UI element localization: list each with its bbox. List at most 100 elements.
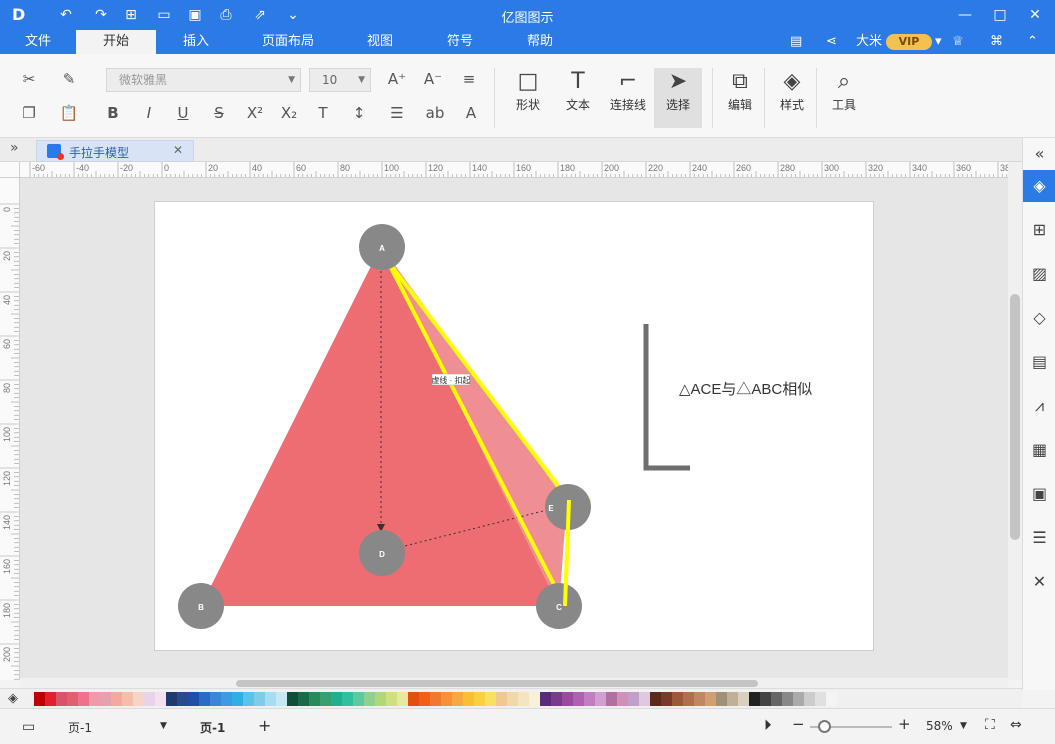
- menu-file[interactable]: 文件: [14, 30, 62, 54]
- italic-icon[interactable]: I: [138, 102, 160, 124]
- color-swatch[interactable]: [89, 692, 100, 706]
- zoom-slider-knob[interactable]: [818, 720, 831, 733]
- text-style-icon[interactable]: T: [312, 102, 334, 124]
- color-swatch[interactable]: [353, 692, 364, 706]
- org-panel-icon[interactable]: ▣: [1023, 478, 1055, 510]
- page-panel-toggle-icon[interactable]: ▭: [22, 719, 35, 735]
- align-icon[interactable]: ≡: [458, 68, 480, 90]
- text-button[interactable]: T 文本: [554, 68, 602, 128]
- color-swatch[interactable]: [441, 692, 452, 706]
- color-swatch[interactable]: [573, 692, 584, 706]
- vip-badge[interactable]: VIP: [886, 34, 932, 50]
- color-swatch[interactable]: [540, 692, 551, 706]
- color-swatch[interactable]: [760, 692, 771, 706]
- bold-icon[interactable]: B: [102, 102, 124, 124]
- node-a[interactable]: A: [359, 224, 405, 270]
- color-swatch[interactable]: [287, 692, 298, 706]
- color-swatch[interactable]: [694, 692, 705, 706]
- fill-bucket-icon[interactable]: ◈: [8, 691, 18, 706]
- color-swatch[interactable]: [243, 692, 254, 706]
- color-swatch[interactable]: [804, 692, 815, 706]
- expand-panel-icon[interactable]: »: [10, 140, 19, 156]
- color-swatch[interactable]: [474, 692, 485, 706]
- color-swatch[interactable]: [298, 692, 309, 706]
- color-swatch[interactable]: [100, 692, 111, 706]
- select-button[interactable]: ➤ 选择: [654, 68, 702, 128]
- subscript-icon[interactable]: X₂: [278, 102, 300, 124]
- font-size-select[interactable]: 10 ▼: [309, 68, 371, 92]
- color-swatch[interactable]: [364, 692, 375, 706]
- copy-icon[interactable]: ❐: [18, 102, 40, 124]
- cut-icon[interactable]: ✂: [18, 68, 40, 90]
- color-swatch[interactable]: [265, 692, 276, 706]
- maximize-icon[interactable]: □: [985, 3, 1015, 27]
- fit-page-icon[interactable]: ⛶: [985, 717, 995, 733]
- increase-font-icon[interactable]: A⁺: [386, 68, 408, 90]
- color-swatch[interactable]: [529, 692, 540, 706]
- menu-help[interactable]: 帮助: [516, 30, 564, 54]
- color-swatch[interactable]: [342, 692, 353, 706]
- color-swatch[interactable]: [518, 692, 529, 706]
- style-button[interactable]: ◈ 样式: [768, 68, 816, 128]
- image-panel-icon[interactable]: ▨: [1023, 258, 1055, 290]
- color-swatch[interactable]: [815, 692, 826, 706]
- color-swatch[interactable]: [639, 692, 650, 706]
- color-swatch[interactable]: [562, 692, 573, 706]
- horizontal-scrollbar[interactable]: [20, 678, 1008, 688]
- color-swatch[interactable]: [496, 692, 507, 706]
- play-icon[interactable]: ⏵: [764, 716, 772, 734]
- add-page-button[interactable]: +: [258, 716, 271, 735]
- color-swatch[interactable]: [111, 692, 122, 706]
- color-swatch[interactable]: [749, 692, 760, 706]
- color-swatch[interactable]: [188, 692, 199, 706]
- color-swatch[interactable]: [419, 692, 430, 706]
- color-swatch[interactable]: [551, 692, 562, 706]
- color-swatch[interactable]: [485, 692, 496, 706]
- color-swatch[interactable]: [45, 692, 56, 706]
- text-effect-icon[interactable]: ab: [424, 102, 446, 124]
- edit-button[interactable]: ⧉ 编辑: [716, 68, 764, 128]
- chevron-down-icon[interactable]: ▼: [160, 721, 167, 731]
- tools-button[interactable]: ⌕ 工具: [820, 68, 868, 128]
- zoom-dropdown-icon[interactable]: ▼: [960, 721, 967, 731]
- connector-button[interactable]: ⌐ 连接线: [604, 68, 652, 128]
- menu-page-layout[interactable]: 页面布局: [252, 30, 324, 54]
- color-swatch[interactable]: [210, 692, 221, 706]
- user-name[interactable]: 大米: [856, 33, 882, 51]
- color-swatch[interactable]: [595, 692, 606, 706]
- color-swatch[interactable]: [320, 692, 331, 706]
- similarity-statement[interactable]: △ACE与△ABC相似: [679, 381, 812, 398]
- color-swatch[interactable]: [826, 692, 837, 706]
- chart-panel-icon[interactable]: ⩘: [1023, 390, 1055, 422]
- vertical-scroll-thumb[interactable]: [1010, 294, 1020, 540]
- shape-button[interactable]: □ 形状: [504, 68, 552, 128]
- zoom-in-button[interactable]: +: [898, 715, 911, 733]
- fit-panel-icon[interactable]: ✕: [1023, 566, 1055, 598]
- color-swatch[interactable]: [254, 692, 265, 706]
- vip-dropdown-icon[interactable]: ▾: [935, 33, 942, 51]
- share-icon[interactable]: ⋖: [826, 33, 837, 51]
- horizontal-scroll-thumb[interactable]: [236, 680, 758, 687]
- node-c[interactable]: C: [536, 583, 582, 629]
- color-swatch[interactable]: [122, 692, 133, 706]
- node-b[interactable]: B: [178, 583, 224, 629]
- underline-icon[interactable]: U: [172, 102, 194, 124]
- color-swatch[interactable]: [397, 692, 408, 706]
- color-swatch[interactable]: [309, 692, 320, 706]
- menu-home[interactable]: 开始: [76, 30, 156, 54]
- decrease-font-icon[interactable]: A⁻: [422, 68, 444, 90]
- color-swatch[interactable]: [430, 692, 441, 706]
- page-tab[interactable]: 页-1: [200, 719, 225, 736]
- superscript-icon[interactable]: X²: [244, 102, 266, 124]
- font-color-icon[interactable]: A: [460, 102, 482, 124]
- drawing-canvas[interactable]: 虚线 · 扣起 A B C D E △ACE与△ABC相似: [20, 178, 1008, 680]
- color-swatch[interactable]: [782, 692, 793, 706]
- color-swatch[interactable]: [507, 692, 518, 706]
- fill-style-icon[interactable]: ◈: [1023, 170, 1055, 202]
- collapse-sidebar-icon[interactable]: «: [1023, 138, 1055, 170]
- color-swatch[interactable]: [155, 692, 166, 706]
- apps-icon[interactable]: ⌘: [990, 33, 1003, 51]
- fit-width-icon[interactable]: ⇔: [1010, 717, 1022, 733]
- color-swatch[interactable]: [78, 692, 89, 706]
- color-swatch[interactable]: [672, 692, 683, 706]
